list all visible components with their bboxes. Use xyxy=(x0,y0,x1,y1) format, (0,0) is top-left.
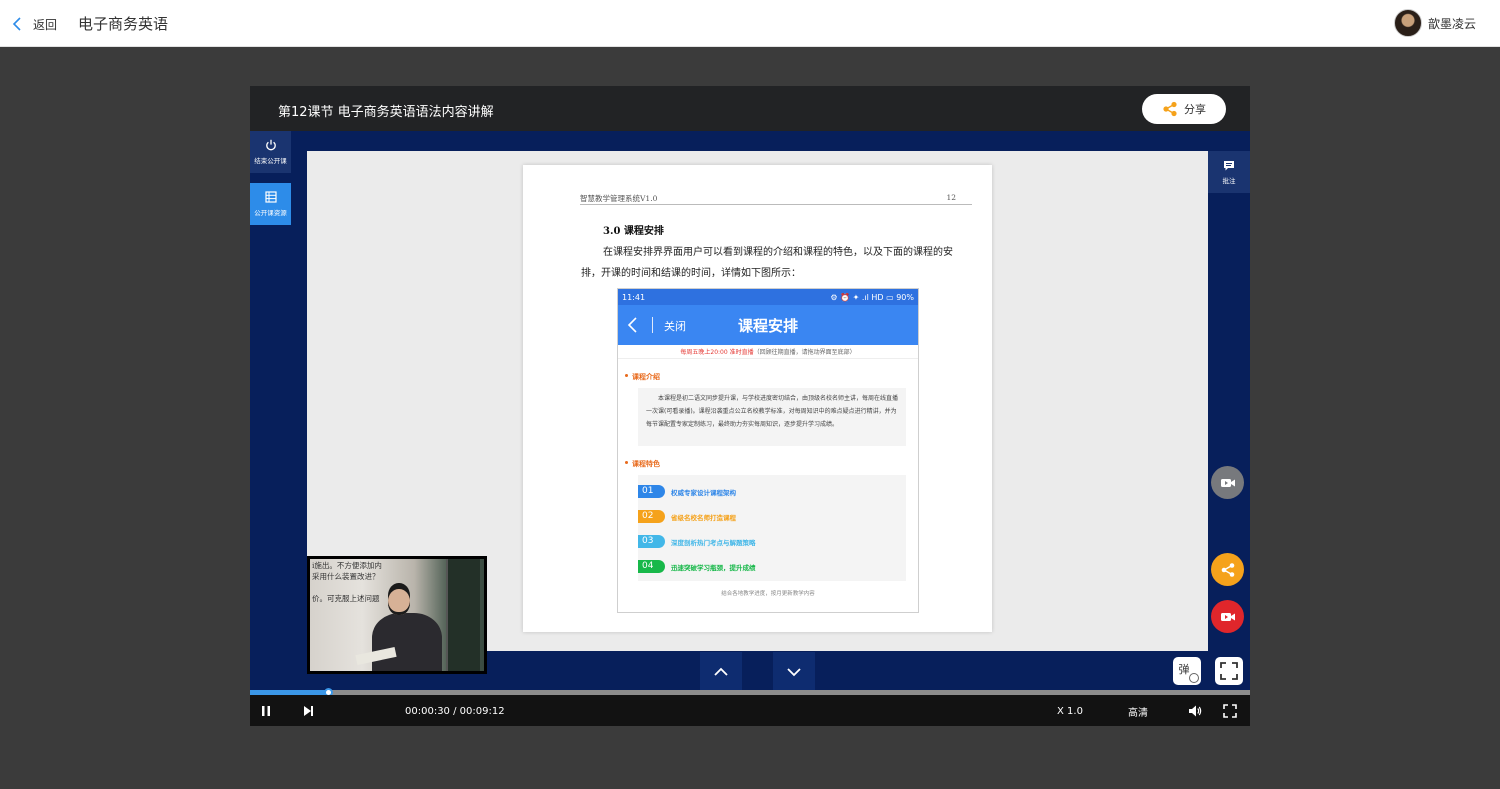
document-page: 智慧教学管理系统V1.0 12 3.0 课程安排 在课程安排界界面用户可以看到课… xyxy=(523,165,992,632)
record-video-icon xyxy=(1220,612,1235,621)
end-class-label: 结束公开课 xyxy=(254,157,287,165)
features-heading: 课程特色 xyxy=(625,459,918,469)
chevron-up-icon xyxy=(714,667,728,676)
share-icon xyxy=(1163,101,1177,117)
annotation-button[interactable]: 批注 xyxy=(1208,151,1250,193)
teacher-video-thumbnail[interactable]: i施出。不方便添加内 采用什么装置改进？ 价。可克服上述问题 xyxy=(307,556,487,674)
check-icon xyxy=(1189,673,1199,683)
pause-button[interactable] xyxy=(259,703,273,718)
lesson-title: 第12课节 电子商务英语语法内容讲解 xyxy=(278,105,494,120)
thumbnail-text-line: 采用什么装置改进？ xyxy=(312,572,380,581)
share-label: 分享 xyxy=(1184,103,1206,116)
feature-text: 省级名校名师打造课程 xyxy=(671,513,736,522)
page-header: 智慧教学管理系统V1.0 12 xyxy=(580,193,972,205)
time-display: 00:00:30 / 00:09:12 xyxy=(405,706,505,717)
user-menu[interactable]: 歆墨凌云 xyxy=(1393,9,1476,37)
chevron-down-icon xyxy=(787,668,801,677)
annotation-label: 批注 xyxy=(1222,176,1236,185)
left-toolbar: 结束公开课 公开课资源 xyxy=(250,131,291,646)
course-title: 电子商务英语 xyxy=(78,15,169,33)
teacher-body xyxy=(372,613,442,671)
share-icon xyxy=(1221,562,1234,577)
feature-text: 迅速突破学习瓶颈，提升成绩 xyxy=(671,563,756,572)
fullscreen-icon xyxy=(1220,662,1238,680)
player-header: 第12课节 电子商务英语语法内容讲解 分享 xyxy=(250,86,1250,131)
back-label: 返回 xyxy=(33,17,58,32)
teacher-head xyxy=(388,589,410,615)
phone-time: 11:41 xyxy=(622,292,646,302)
share-button[interactable]: 分享 xyxy=(1142,94,1226,124)
phone-status-bar: 11:41 ⚙ ⏰ ✦ .ıl HD ▭ 90% xyxy=(618,289,918,305)
section-title: 3.0 课程安排 xyxy=(603,226,664,237)
quality-button[interactable]: 高清 xyxy=(1128,704,1148,719)
top-bar: 返回 电子商务英语 歆墨凌云 xyxy=(0,0,1500,47)
chevron-left-icon xyxy=(12,17,21,31)
presentation-stage: 结束公开课 公开课资源 智慧教学管理系统V1.0 12 3.0 课程安排 在课程… xyxy=(250,131,1250,692)
next-button[interactable] xyxy=(301,703,315,718)
phone-status-icons: ⚙ ⏰ ✦ .ıl HD ▭ 90% xyxy=(830,292,914,302)
stage-fullscreen-button[interactable] xyxy=(1215,657,1243,685)
skip-next-icon xyxy=(304,705,313,716)
record-button[interactable] xyxy=(1211,600,1244,633)
feature-item: 04 迅速突破学习瓶颈，提升成绩 xyxy=(638,554,906,579)
fullscreen-button[interactable] xyxy=(1223,703,1237,718)
comment-icon xyxy=(1224,160,1234,170)
phone-screenshot: 11:41 ⚙ ⏰ ✦ .ıl HD ▭ 90% 关闭 课程安排 每周五晚上20… xyxy=(617,288,919,613)
share-circle-button[interactable] xyxy=(1211,553,1244,586)
feature-list: 01 权威专家设计课程架构 02 省级名校名师打造课程 03 深度剖析热门考点与… xyxy=(638,475,906,581)
back-button[interactable]: 返回 xyxy=(12,14,57,34)
feature-item: 02 省级名校名师打造课程 xyxy=(638,504,906,529)
phone-title: 课程安排 xyxy=(737,317,798,335)
feature-number: 02 xyxy=(638,510,665,523)
phone-notice: 每周五晚上20:00 准时直播（回顾往期直播，请拖动界面至底部） xyxy=(618,347,918,359)
phone-footer: 结合各地教学进度，按月更新教学内容 xyxy=(721,591,815,597)
phone-nav-bar: 关闭 课程安排 xyxy=(618,305,918,345)
feature-item: 03 深度剖析热门考点与解题策略 xyxy=(638,529,906,554)
phone-notice-rest: （回顾往期直播，请拖动界面至底部） xyxy=(753,349,856,356)
camera-toggle-button[interactable] xyxy=(1211,466,1244,499)
playback-speed-button[interactable]: X 1.0 xyxy=(1057,704,1083,719)
blackboard xyxy=(446,559,480,671)
volume-button[interactable] xyxy=(1188,703,1202,718)
pause-icon xyxy=(262,705,270,716)
feature-number: 04 xyxy=(638,560,665,573)
thumbnail-text-line: i施出。不方便添加内 xyxy=(312,561,382,570)
intro-heading: 课程介绍 xyxy=(625,372,918,382)
volume-icon xyxy=(1189,705,1202,716)
feature-text: 权威专家设计课程架构 xyxy=(671,488,736,497)
right-toolbar: 批注 xyxy=(1208,131,1250,646)
end-class-button[interactable]: 结束公开课 xyxy=(250,131,291,173)
teacher-figure xyxy=(355,589,442,671)
phone-notice-red: 每周五晚上20:00 准时直播 xyxy=(680,349,754,356)
feature-item: 01 权威专家设计课程架构 xyxy=(638,479,906,504)
intro-text: 本课程是初二语文同步提升课，与学校进度密切结合，由顶级名校名师主讲，每周在线直播… xyxy=(638,388,906,446)
feature-text: 深度剖析热门考点与解题策略 xyxy=(671,538,756,547)
class-resources-label: 公开课资源 xyxy=(254,209,287,217)
class-resources-button[interactable]: 公开课资源 xyxy=(250,183,291,225)
user-name[interactable]: 歆墨凌云 xyxy=(1428,15,1476,32)
video-player: 第12课节 电子商务英语语法内容讲解 分享 结束公开课 公开课资源 智慧教学管理 xyxy=(250,86,1250,726)
danmu-label: 弹 xyxy=(1178,663,1190,676)
danmu-toggle-button[interactable]: 弹 xyxy=(1173,657,1201,685)
control-bar: 00:00:30 / 00:09:12 X 1.0 高清 xyxy=(250,695,1250,726)
video-camera-icon xyxy=(1220,478,1235,487)
avatar[interactable] xyxy=(1393,9,1422,37)
page-number: 12 xyxy=(946,193,956,202)
feature-number: 03 xyxy=(638,535,665,548)
previous-page-button[interactable] xyxy=(700,652,742,692)
page-header-left: 智慧教学管理系统V1.0 xyxy=(580,194,658,203)
section-paragraph: 在课程安排界界面用户可以看到课程的介绍和课程的特色，以及下面的课程的安排，开课的… xyxy=(581,247,953,279)
power-icon xyxy=(265,139,276,151)
fullscreen-icon xyxy=(1223,703,1237,718)
next-page-button[interactable] xyxy=(773,652,815,692)
feature-number: 01 xyxy=(638,485,665,498)
list-icon xyxy=(264,191,277,203)
